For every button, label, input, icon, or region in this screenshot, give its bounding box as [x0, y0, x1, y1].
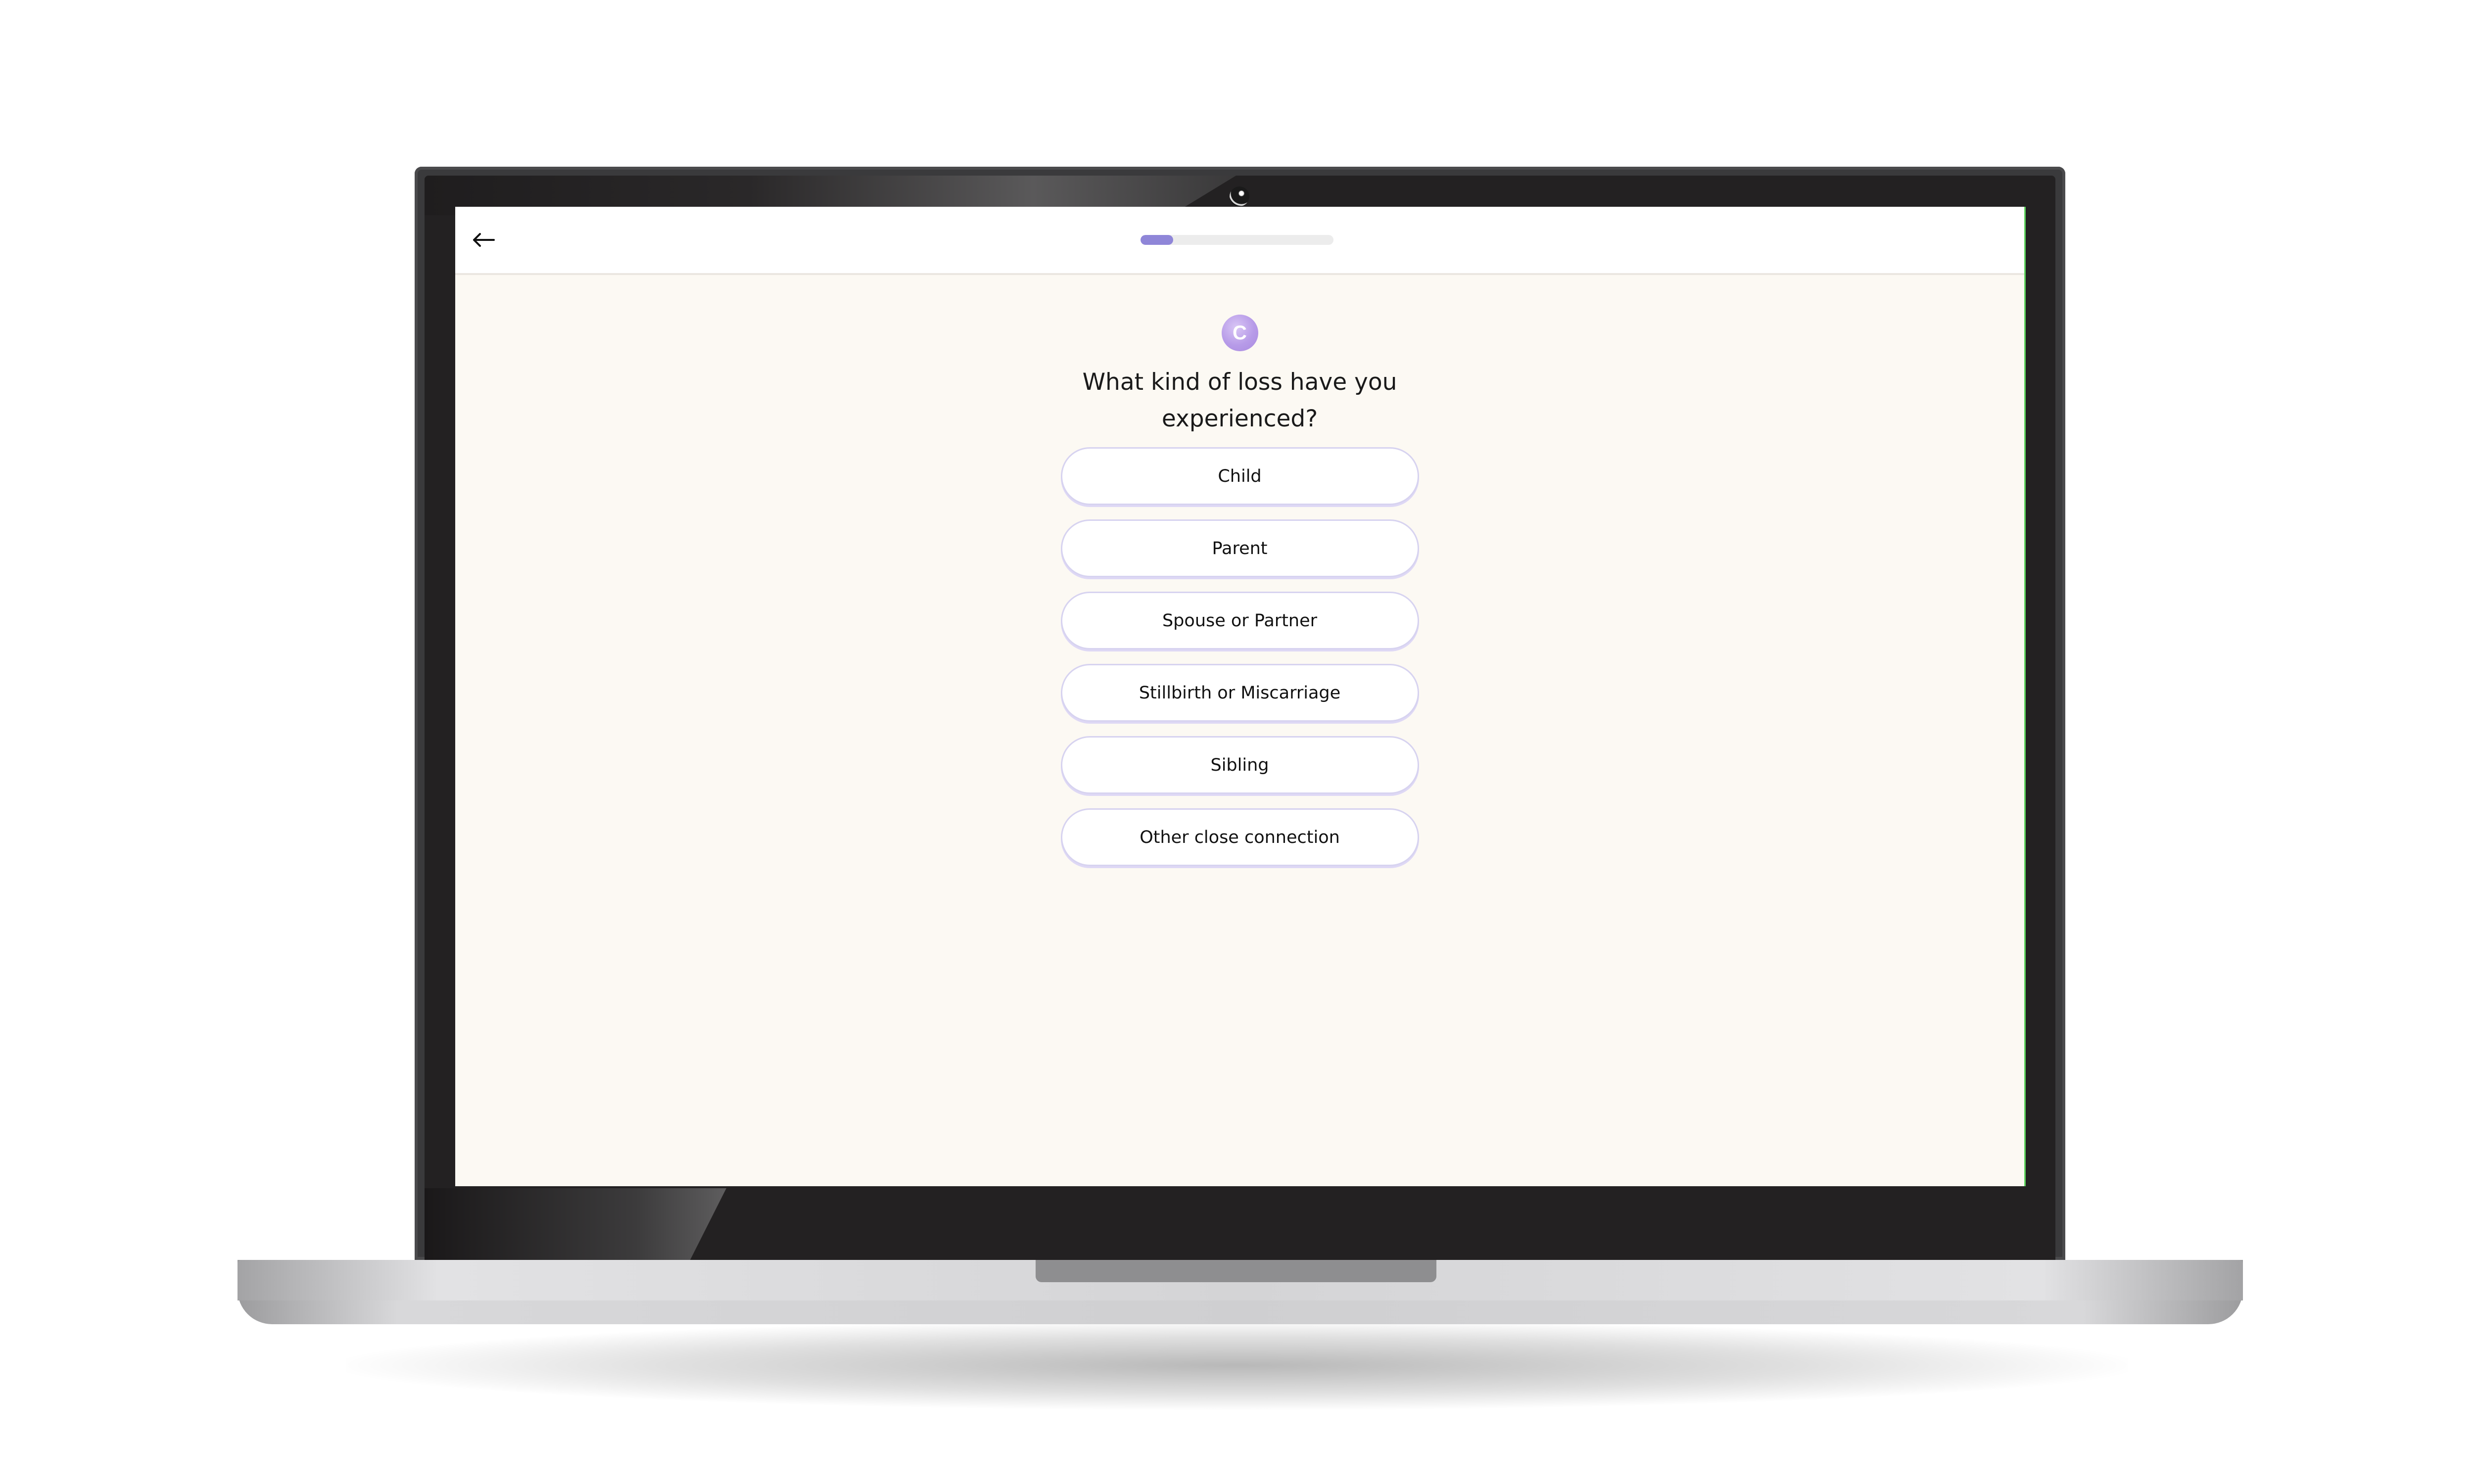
answer-option-button[interactable]: Spouse or Partner [1060, 592, 1419, 649]
answer-option-button[interactable]: Parent [1060, 519, 1419, 577]
answer-option-button[interactable]: Child [1060, 447, 1419, 505]
progress-bar-fill [1141, 235, 1174, 245]
arrow-left-icon [473, 233, 495, 247]
laptop-base [238, 1260, 2243, 1324]
answer-option-button[interactable]: Sibling [1060, 736, 1419, 794]
laptop-opening-notch [1036, 1260, 1436, 1282]
question-panel: C What kind of loss have you experienced… [455, 273, 2024, 866]
question-title: What kind of loss have you experienced? [1082, 369, 1397, 432]
bezel-glare [425, 1188, 726, 1260]
top-bar [455, 207, 2024, 275]
laptop-shadow [346, 1321, 2128, 1410]
device-mockup: C What kind of loss have you experienced… [0, 0, 2474, 1484]
app-screen: C What kind of loss have you experienced… [455, 207, 2026, 1186]
progress-bar [1141, 235, 1333, 245]
brand-logo: C [1221, 315, 1258, 351]
brand-logo-letter: C [1233, 322, 1247, 344]
answer-option-button[interactable]: Stillbirth or Miscarriage [1060, 664, 1419, 722]
webcam-icon [1230, 186, 1249, 206]
back-button[interactable] [466, 223, 501, 257]
answer-options: Child Parent Spouse or Partner Stillbirth o… [1060, 447, 1419, 866]
answer-option-button[interactable]: Other close connection [1060, 808, 1419, 866]
